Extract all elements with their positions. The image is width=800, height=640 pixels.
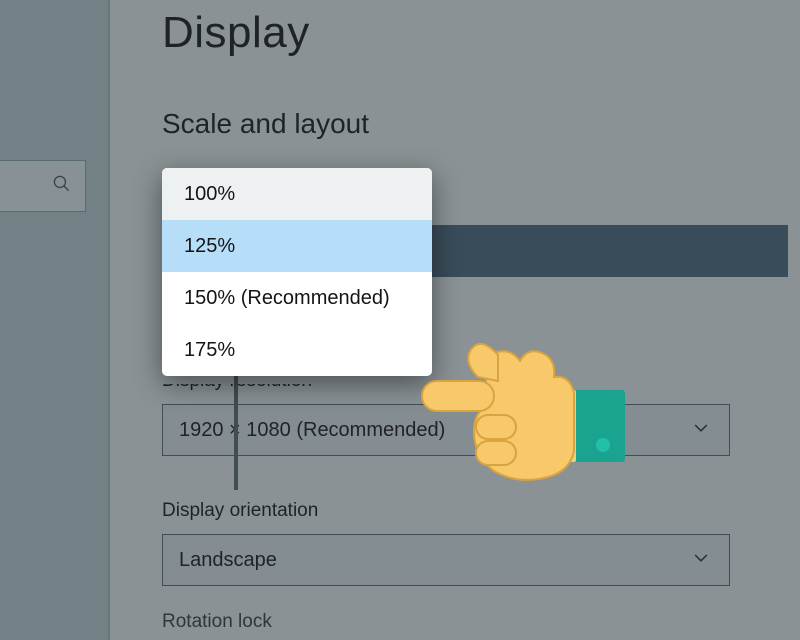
rotation-lock-label: Rotation lock: [162, 611, 272, 633]
chevron-down-icon: [691, 548, 711, 573]
page-title: Display: [162, 8, 310, 58]
chevron-down-icon: [691, 418, 711, 443]
scale-option-125[interactable]: 125%: [162, 220, 432, 272]
pointing-hand-icon: [420, 295, 630, 500]
section-title: Scale and layout: [162, 108, 369, 140]
resolution-value: 1920 × 1080 (Recommended): [179, 419, 445, 442]
orientation-select[interactable]: Landscape: [162, 534, 730, 586]
scale-option-150[interactable]: 150% (Recommended): [162, 272, 432, 324]
scale-option-100[interactable]: 100%: [162, 168, 432, 220]
settings-left-column: [0, 0, 110, 640]
orientation-value: Landscape: [179, 549, 277, 572]
orientation-label: Display orientation: [162, 500, 318, 522]
scale-option-175[interactable]: 175%: [162, 324, 432, 376]
scale-dropdown-popup: 100% 125% 150% (Recommended) 175%: [162, 168, 432, 376]
search-box-stub[interactable]: [0, 160, 86, 212]
search-icon: [52, 174, 71, 198]
